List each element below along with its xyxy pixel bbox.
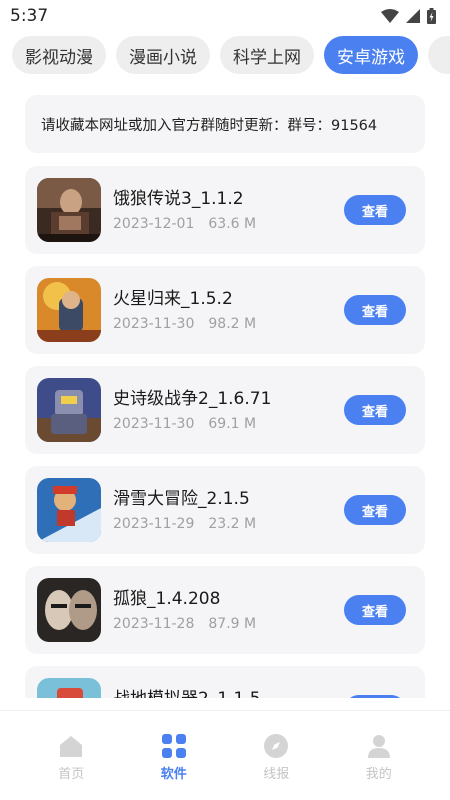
tab-android-games[interactable]: 安卓游戏 [324, 36, 418, 74]
tab-label: 影视动漫 [25, 47, 93, 68]
robot-game-icon [37, 378, 101, 442]
list-item[interactable]: 战地模拟器2_1.1.5 查看 [25, 666, 425, 698]
home-icon [58, 733, 84, 759]
list-item[interactable]: 饿狼传说3_1.1.2 2023-12-01 63.6 M 查看 [25, 166, 425, 254]
wifi-icon [381, 9, 399, 23]
tab-comics-novels[interactable]: 漫画小说 [116, 36, 210, 74]
signal-icon [406, 9, 420, 23]
tab-film-anime[interactable]: 影视动漫 [12, 36, 106, 74]
view-button[interactable]: 查看 [344, 195, 406, 225]
tab-proxy[interactable]: 科学上网 [220, 36, 314, 74]
list-item[interactable]: 滑雪大冒险_2.1.5 2023-11-29 23.2 M 查看 [25, 466, 425, 554]
app-size: 23.2 M [208, 516, 257, 532]
app-size: 98.2 M [208, 316, 257, 332]
lone-wolf-game-icon [37, 578, 101, 642]
nav-item-profile[interactable]: 我的 [349, 733, 409, 800]
app-date: 2023-11-30 [113, 316, 195, 332]
fighter-game-icon [37, 178, 101, 242]
battle-sim-game-icon [37, 678, 101, 698]
apps-grid-icon [161, 733, 187, 759]
nav-label: 线报 [263, 767, 290, 782]
view-button[interactable]: 查看 [344, 395, 406, 425]
list-item[interactable]: 史诗级战争2_1.6.71 2023-11-30 69.1 M 查看 [25, 366, 425, 454]
notice-text: 请收藏本网址或加入官方群随时更新：群号：91564 [41, 117, 378, 134]
app-meta: 2023-11-30 98.2 M [113, 316, 256, 332]
nav-item-software[interactable]: 软件 [144, 733, 204, 800]
app-name: 火星归来_1.5.2 [113, 289, 233, 309]
app-name: 战地模拟器2_1.1.5 [113, 684, 261, 698]
view-button[interactable]: 查看 [344, 695, 406, 698]
compass-icon [263, 733, 289, 759]
notice-banner: 请收藏本网址或加入官方群随时更新：群号：91564 [25, 95, 425, 153]
nav-label: 首页 [58, 767, 85, 782]
app-name: 饿狼传说3_1.1.2 [113, 189, 244, 209]
category-tabs: 影视动漫 漫画小说 科学上网 安卓游戏 [0, 36, 450, 76]
view-button[interactable]: 查看 [344, 295, 406, 325]
status-bar: 5:37 [0, 0, 450, 32]
app-name: 孤狼_1.4.208 [113, 589, 221, 609]
app-name: 滑雪大冒险_2.1.5 [113, 489, 250, 509]
app-date: 2023-11-28 [113, 616, 195, 632]
app-meta: 2023-12-01 63.6 M [113, 216, 256, 232]
nav-label: 我的 [365, 767, 392, 782]
app-date: 2023-11-29 [113, 516, 195, 532]
app-date: 2023-11-30 [113, 416, 195, 432]
app-size: 87.9 M [208, 616, 257, 632]
nav-item-news[interactable]: 线报 [246, 733, 306, 800]
tab-label: 漫画小说 [129, 47, 197, 68]
nav-item-home[interactable]: 首页 [41, 733, 101, 800]
tab-label: 科学上网 [233, 47, 301, 68]
view-button[interactable]: 查看 [344, 495, 406, 525]
tab-more[interactable] [428, 36, 450, 74]
list-item[interactable]: 孤狼_1.4.208 2023-11-28 87.9 M 查看 [25, 566, 425, 654]
app-size: 69.1 M [208, 416, 257, 432]
ski-game-icon [37, 478, 101, 542]
status-time: 5:37 [10, 6, 49, 26]
app-meta: 2023-11-30 69.1 M [113, 416, 256, 432]
battery-icon [427, 8, 436, 24]
app-size: 63.6 M [208, 216, 257, 232]
view-button[interactable]: 查看 [344, 595, 406, 625]
app-date: 2023-12-01 [113, 216, 195, 232]
user-icon [366, 733, 392, 759]
tab-label: 安卓游戏 [337, 47, 405, 68]
app-list[interactable]: 请收藏本网址或加入官方群随时更新：群号：91564 饿狼传说3_1.1.2 20… [0, 90, 450, 698]
status-icons [381, 8, 436, 24]
mars-game-icon [37, 278, 101, 342]
app-name: 史诗级战争2_1.6.71 [113, 389, 272, 409]
bottom-nav: 首页 软件 线报 我的 [0, 710, 450, 800]
app-meta: 2023-11-28 87.9 M [113, 616, 256, 632]
list-item[interactable]: 火星归来_1.5.2 2023-11-30 98.2 M 查看 [25, 266, 425, 354]
app-meta: 2023-11-29 23.2 M [113, 516, 256, 532]
nav-label: 软件 [160, 767, 187, 782]
